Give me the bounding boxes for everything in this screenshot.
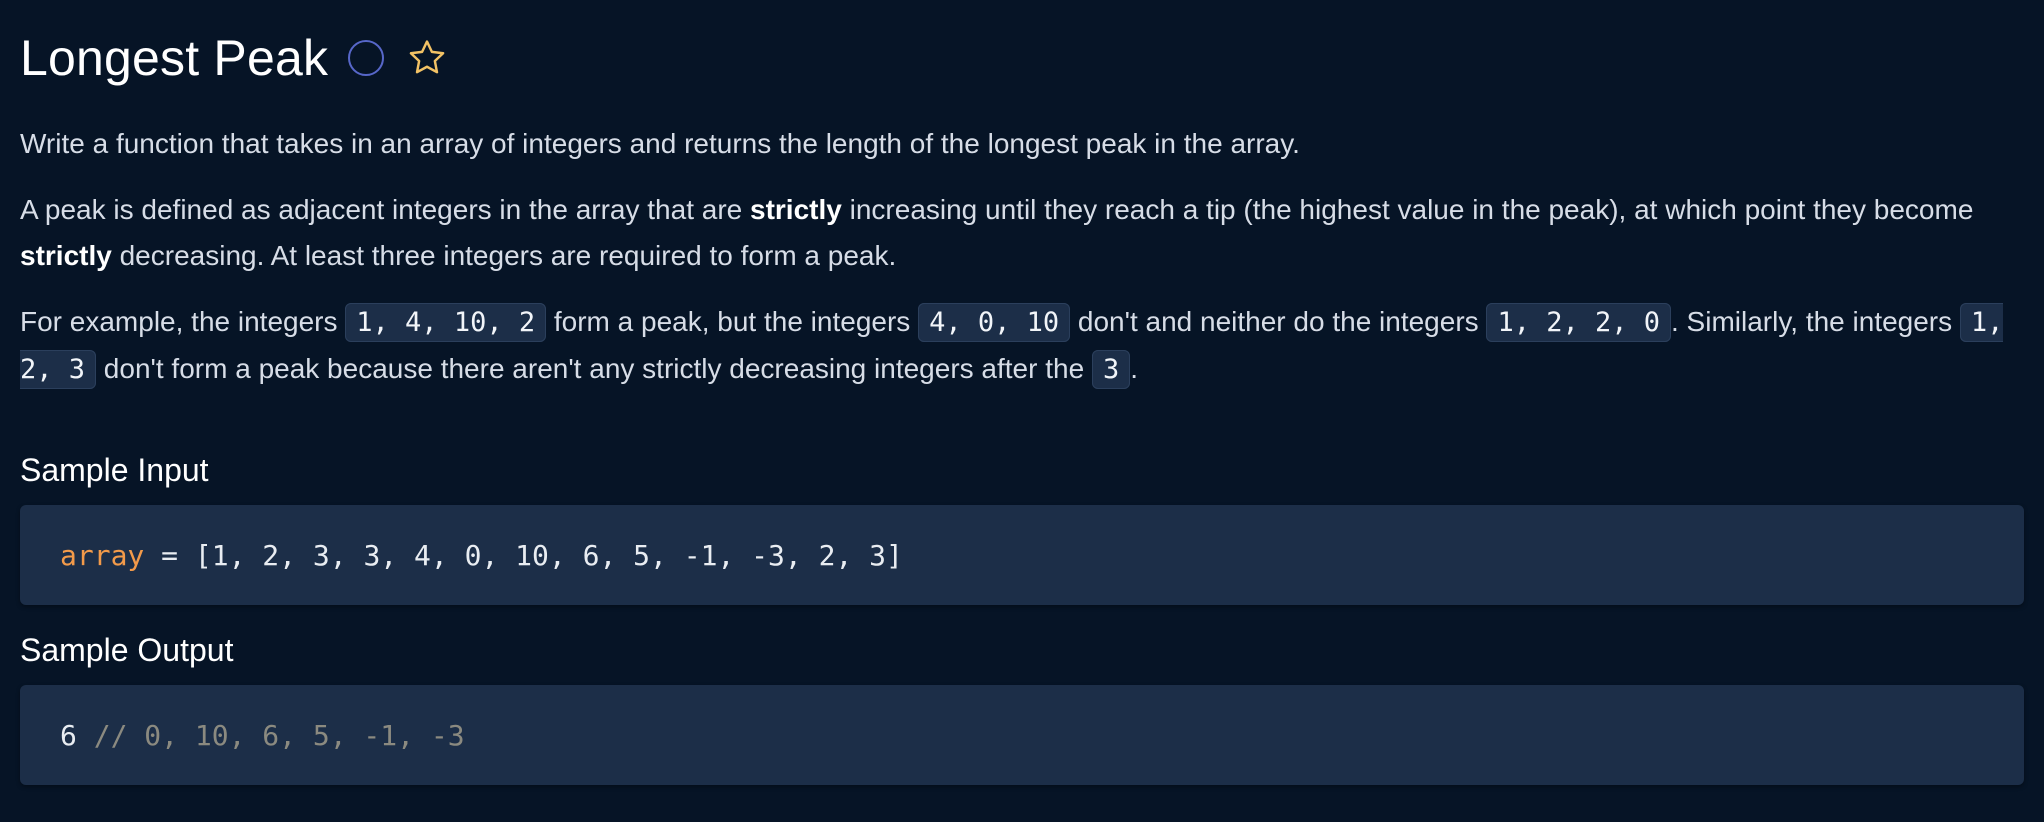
sample-input-heading: Sample Input — [20, 452, 209, 488]
text: form a peak, but the integers — [546, 306, 919, 337]
text: . — [1130, 353, 1138, 384]
text: For example, the integers — [20, 306, 346, 337]
text: A peak is defined as adjacent integers i… — [20, 194, 751, 225]
sample-input-code-block[interactable]: array = [1, 2, 3, 3, 4, 0, 10, 6, 5, -1,… — [20, 505, 2024, 605]
code-value: 6 — [60, 718, 77, 752]
text: increasing until they reach a tip (the h… — [841, 194, 1974, 225]
inline-code: 1, 4, 10, 2 — [345, 303, 547, 342]
page-title: Longest Peak — [20, 30, 329, 86]
inline-code: 4, 0, 10 — [918, 303, 1071, 342]
status-circle-icon[interactable] — [348, 40, 385, 76]
description-paragraph-2: A peak is defined as adjacent integers i… — [20, 187, 2020, 279]
text: don't and neither do the integers — [1070, 306, 1487, 337]
emphasis-strictly: strictly — [20, 240, 112, 271]
code-text: = [1, 2, 3, 3, 4, 0, 10, 6, 5, -1, -3, 2… — [144, 538, 903, 572]
sample-output-heading: Sample Output — [20, 632, 234, 668]
code-variable: array — [60, 538, 145, 572]
title-row: Longest Peak — [20, 0, 2024, 116]
description-paragraph-3: For example, the integers 1, 4, 10, 2 fo… — [20, 299, 2020, 393]
text: . Similarly, the integers — [1671, 306, 1960, 337]
star-icon[interactable] — [406, 37, 448, 79]
code-comment: // 0, 10, 6, 5, -1, -3 — [76, 718, 465, 752]
problem-panel: Longest Peak Write a function that takes… — [20, 0, 2024, 785]
inline-code: 1, 2, 2, 0 — [1486, 303, 1671, 342]
text: decreasing. At least three integers are … — [111, 240, 897, 271]
sample-output-code-block[interactable]: 6 // 0, 10, 6, 5, -1, -3 — [20, 685, 2024, 785]
text: don't form a peak because there aren't a… — [96, 353, 1092, 384]
inline-code: 3 — [1091, 350, 1131, 389]
emphasis-strictly: strictly — [750, 194, 842, 225]
description-paragraph-1: Write a function that takes in an array … — [20, 128, 1300, 159]
